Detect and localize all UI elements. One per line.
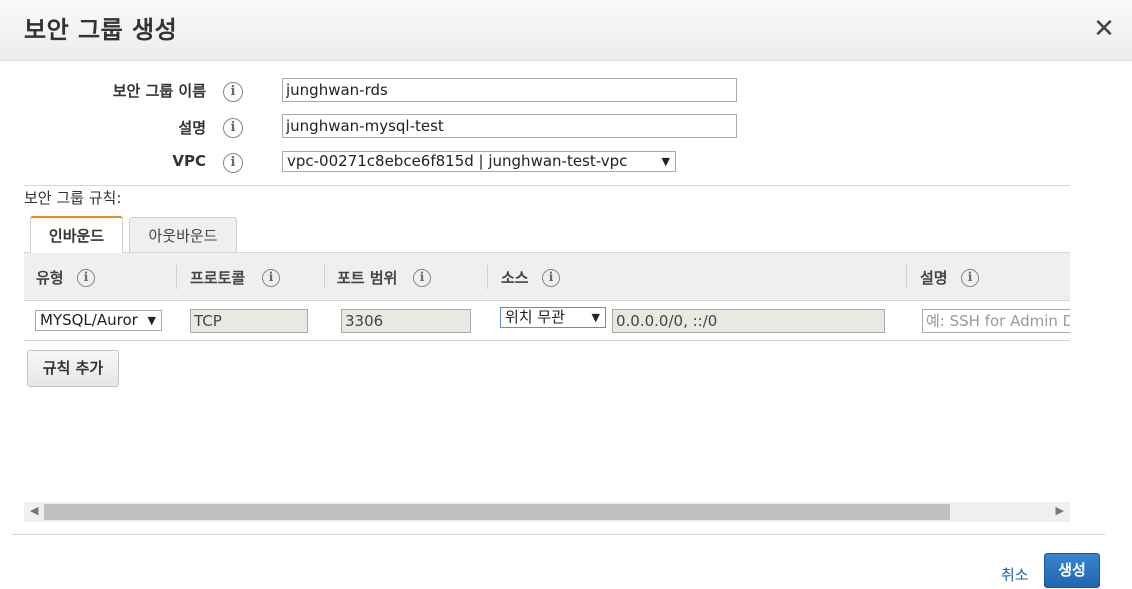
column-header-description: 설명 xyxy=(920,269,948,287)
rule-type-select[interactable]: MYSQL/Auror ▼ xyxy=(35,310,162,331)
cancel-link[interactable]: 취소 xyxy=(1001,564,1029,585)
dialog-header: 보안 그룹 생성 ✕ xyxy=(0,0,1132,61)
column-header-port-range: 포트 범위 xyxy=(337,269,398,287)
column-header-source: 소스 xyxy=(501,269,529,287)
rule-description-placeholder: 예: SSH for Admin D xyxy=(926,312,1070,330)
info-icon[interactable]: i xyxy=(542,269,560,287)
horizontal-scrollbar[interactable]: ◀ ▶ xyxy=(24,502,1070,522)
rules-label: 보안 그룹 규칙: xyxy=(24,189,122,207)
divider xyxy=(24,340,1070,341)
security-group-name-label: 보안 그룹 이름 xyxy=(112,82,206,100)
add-rule-button[interactable]: 규칙 추가 xyxy=(27,350,119,387)
rule-description-input[interactable]: 예: SSH for Admin D xyxy=(922,309,1070,333)
info-icon[interactable]: i xyxy=(77,269,95,287)
info-icon[interactable]: i xyxy=(413,269,431,287)
source-select[interactable]: 위치 무관 ▼ xyxy=(500,307,606,328)
scrollbar-thumb[interactable] xyxy=(44,504,950,520)
create-button[interactable]: 생성 xyxy=(1044,553,1100,588)
column-header-protocol: 프로토콜 xyxy=(190,269,246,287)
vpc-label: VPC xyxy=(172,152,206,170)
rule-type-value: MYSQL/Auror xyxy=(40,311,138,329)
column-separator xyxy=(324,265,325,289)
info-icon[interactable]: i xyxy=(223,118,243,138)
dropdown-arrow-icon: ▼ xyxy=(591,311,600,324)
dropdown-arrow-icon: ▼ xyxy=(147,314,156,327)
info-icon[interactable]: i xyxy=(223,153,243,173)
vpc-select-value: vpc-00271c8ebce6f815d | junghwan-test-vp… xyxy=(287,152,628,170)
protocol-field: TCP xyxy=(190,309,308,333)
scroll-left-arrow-icon[interactable]: ◀ xyxy=(30,504,38,517)
source-select-value: 위치 무관 xyxy=(505,308,565,326)
tab-inbound[interactable]: 인바운드 xyxy=(30,216,123,253)
description-label: 설명 xyxy=(178,119,206,137)
dropdown-arrow-icon: ▼ xyxy=(661,155,670,168)
description-input[interactable] xyxy=(282,114,737,138)
info-icon[interactable]: i xyxy=(262,269,280,287)
column-separator xyxy=(487,265,488,289)
info-icon[interactable]: i xyxy=(961,269,979,287)
rules-table-header: 유형 i 프로토콜 i 포트 범위 i 소스 i 설명 i xyxy=(24,252,1070,301)
info-icon[interactable]: i xyxy=(223,82,243,102)
tab-outbound[interactable]: 아웃바운드 xyxy=(129,217,237,254)
footer-divider xyxy=(12,534,1105,535)
port-range-field: 3306 xyxy=(341,309,471,333)
divider xyxy=(24,185,1070,186)
column-header-type: 유형 xyxy=(36,269,64,287)
dialog-title: 보안 그룹 생성 xyxy=(24,16,178,44)
scroll-right-arrow-icon[interactable]: ▶ xyxy=(1056,504,1064,517)
source-cidr-field[interactable]: 0.0.0.0/0, ::/0 xyxy=(612,309,885,333)
vpc-select[interactable]: vpc-00271c8ebce6f815d | junghwan-test-vp… xyxy=(282,151,676,172)
close-icon[interactable]: ✕ xyxy=(1092,14,1116,44)
column-separator xyxy=(906,265,907,289)
security-group-name-input[interactable] xyxy=(282,78,737,102)
column-separator xyxy=(176,265,177,289)
